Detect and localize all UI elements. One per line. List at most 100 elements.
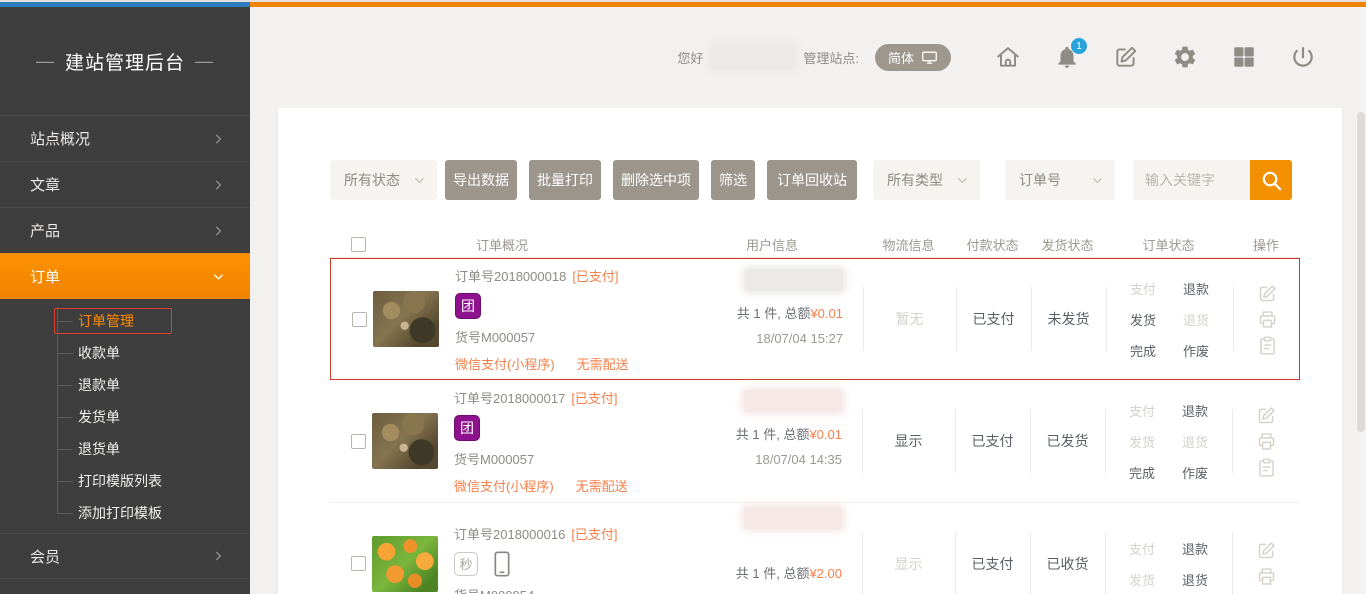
edit-order-button[interactable] bbox=[1257, 283, 1278, 304]
col-user-info: 用户信息 bbox=[682, 235, 862, 254]
submenu-item-return-orders[interactable]: 退货单 bbox=[0, 433, 250, 465]
print-order-button[interactable] bbox=[1257, 309, 1278, 330]
sidebar-item-articles[interactable]: 文章 bbox=[0, 161, 250, 207]
gear-icon bbox=[1172, 44, 1198, 70]
order-amount: ¥0.01 bbox=[810, 306, 843, 321]
orders-list: 订单号2018000018 [已支付] 团 货号M000057 微信支付(小程序… bbox=[330, 258, 1300, 594]
print-order-button[interactable] bbox=[1256, 431, 1277, 452]
notifications-button[interactable]: 1 bbox=[1054, 44, 1080, 70]
edit-icon bbox=[1256, 405, 1277, 426]
filter-button[interactable]: 筛选 bbox=[711, 160, 755, 200]
sidebar-item-members[interactable]: 会员 bbox=[0, 533, 250, 579]
shipping-status: 未发货 bbox=[1048, 311, 1090, 327]
col-payment-status: 付款状态 bbox=[955, 235, 1030, 254]
print-order-button[interactable] bbox=[1256, 566, 1277, 587]
chevron-right-icon bbox=[211, 177, 226, 192]
pay-link[interactable]: 支付 bbox=[1129, 401, 1155, 420]
ship-link[interactable]: 发货 bbox=[1129, 432, 1155, 451]
sidebar-item-products[interactable]: 产品 bbox=[0, 207, 250, 253]
top-header: 您好 管理站点: 简体 1 bbox=[250, 7, 1366, 107]
order-notes-button[interactable] bbox=[1257, 335, 1278, 356]
page-scrollbar[interactable] bbox=[1356, 0, 1366, 594]
apps-button[interactable] bbox=[1231, 44, 1257, 70]
refund-link[interactable]: 退款 bbox=[1182, 401, 1208, 420]
title-dash: — bbox=[36, 51, 55, 72]
ship-link[interactable]: 发货 bbox=[1129, 570, 1155, 589]
logistics-value[interactable]: 暂无 bbox=[896, 311, 924, 327]
logout-button[interactable] bbox=[1290, 44, 1316, 70]
status-filter-dropdown[interactable]: 所有状态 bbox=[330, 160, 437, 200]
home-button[interactable] bbox=[995, 44, 1021, 70]
product-thumbnail bbox=[372, 536, 438, 592]
type-filter-dropdown[interactable]: 所有类型 bbox=[873, 160, 980, 200]
scrollbar-thumb[interactable] bbox=[1357, 112, 1365, 432]
batch-print-button[interactable]: 批量打印 bbox=[529, 160, 601, 200]
table-row: 订单号2018000016 [已支付] 秒 货号M000054 共 1 件, 总… bbox=[330, 502, 1300, 594]
order-number: 订单号2018000017 bbox=[454, 388, 565, 407]
submenu-item-refund-orders[interactable]: 退款单 bbox=[0, 369, 250, 401]
submenu-item-shipping-orders[interactable]: 发货单 bbox=[0, 401, 250, 433]
void-link[interactable]: 作废 bbox=[1183, 341, 1209, 360]
quantity-total: 共 1 件, 总额 bbox=[736, 427, 810, 442]
row-checkbox[interactable] bbox=[351, 434, 366, 449]
submenu-item-receipts[interactable]: 收款单 bbox=[0, 337, 250, 369]
sidebar-item-site-overview[interactable]: 站点概况 bbox=[0, 115, 250, 161]
table-header: 订单概况 用户信息 物流信息 付款状态 发货状态 订单状态 操作 bbox=[330, 232, 1300, 258]
order-notes-button[interactable] bbox=[1256, 457, 1277, 478]
quantity-total: 共 1 件, 总额 bbox=[737, 306, 811, 321]
sidebar-item-orders[interactable]: 订单 bbox=[0, 253, 250, 299]
home-icon bbox=[995, 44, 1021, 70]
greeting-text: 您好 bbox=[677, 48, 703, 67]
order-datetime: 18/07/04 15:27 bbox=[683, 331, 843, 346]
search-input[interactable] bbox=[1133, 160, 1250, 200]
refund-link[interactable]: 退款 bbox=[1182, 539, 1208, 558]
logistics-value[interactable]: 显示 bbox=[895, 433, 923, 449]
select-all-checkbox[interactable] bbox=[351, 237, 366, 252]
edit-order-button[interactable] bbox=[1256, 540, 1277, 561]
submenu-item-print-template-list[interactable]: 打印模版列表 bbox=[0, 465, 250, 497]
compose-button[interactable] bbox=[1113, 44, 1139, 70]
complete-link[interactable]: 完成 bbox=[1130, 341, 1156, 360]
pay-link[interactable]: 支付 bbox=[1130, 279, 1156, 298]
submenu-item-order-management[interactable]: 订单管理 bbox=[0, 305, 250, 337]
redacted-buyer-name bbox=[744, 390, 842, 412]
search-button[interactable] bbox=[1250, 160, 1292, 200]
redacted-username bbox=[711, 45, 795, 69]
ship-link[interactable]: 发货 bbox=[1130, 310, 1156, 329]
orders-submenu: 订单管理 收款单 退款单 发货单 退货单 打印模版列表 添加打印模板 bbox=[0, 299, 250, 533]
order-recycle-bin-button[interactable]: 订单回收站 bbox=[767, 160, 857, 200]
logistics-value[interactable]: 显示 bbox=[895, 556, 923, 572]
refund-link[interactable]: 退款 bbox=[1183, 279, 1209, 298]
table-row: 订单号2018000018 [已支付] 团 货号M000057 微信支付(小程序… bbox=[330, 258, 1300, 380]
chevron-down-icon bbox=[412, 173, 427, 188]
pay-link[interactable]: 支付 bbox=[1129, 539, 1155, 558]
delivery-type: 无需配送 bbox=[577, 354, 629, 373]
col-shipping-status: 发货状态 bbox=[1030, 235, 1105, 254]
void-link[interactable]: 作废 bbox=[1182, 463, 1208, 482]
app-title: — 建站管理后台 — bbox=[0, 7, 250, 115]
clipboard-icon bbox=[1257, 335, 1278, 356]
shipping-status: 已收货 bbox=[1047, 556, 1089, 572]
site-language-button[interactable]: 简体 bbox=[875, 44, 951, 71]
app-title-text: 建站管理后台 bbox=[65, 48, 185, 75]
monitor-icon bbox=[921, 49, 938, 66]
row-checkbox[interactable] bbox=[351, 556, 366, 571]
order-amount: ¥0.01 bbox=[809, 427, 842, 442]
print-icon bbox=[1256, 566, 1277, 587]
edit-order-button[interactable] bbox=[1256, 405, 1277, 426]
export-data-button[interactable]: 导出数据 bbox=[445, 160, 517, 200]
row-checkbox[interactable] bbox=[352, 312, 367, 327]
return-link[interactable]: 退货 bbox=[1182, 570, 1208, 589]
groupbuy-badge: 团 bbox=[455, 293, 481, 319]
settings-button[interactable] bbox=[1172, 44, 1198, 70]
return-link[interactable]: 退货 bbox=[1183, 310, 1209, 329]
complete-link[interactable]: 完成 bbox=[1129, 463, 1155, 482]
keyword-type-dropdown[interactable]: 订单号 bbox=[1005, 160, 1115, 200]
order-amount: ¥2.00 bbox=[809, 566, 842, 581]
return-link[interactable]: 退货 bbox=[1182, 432, 1208, 451]
table-row: 订单号2018000017 [已支付] 团 货号M000057 微信支付(小程序… bbox=[330, 380, 1300, 502]
orders-toolbar: 所有状态 导出数据 批量打印 删除选中项 筛选 订单回收站 所有类型 订单号 bbox=[330, 160, 1292, 200]
pay-method: 微信支付(小程序) bbox=[455, 354, 555, 373]
delete-selected-button[interactable]: 删除选中项 bbox=[613, 160, 699, 200]
submenu-item-add-print-template[interactable]: 添加打印模板 bbox=[0, 497, 250, 529]
